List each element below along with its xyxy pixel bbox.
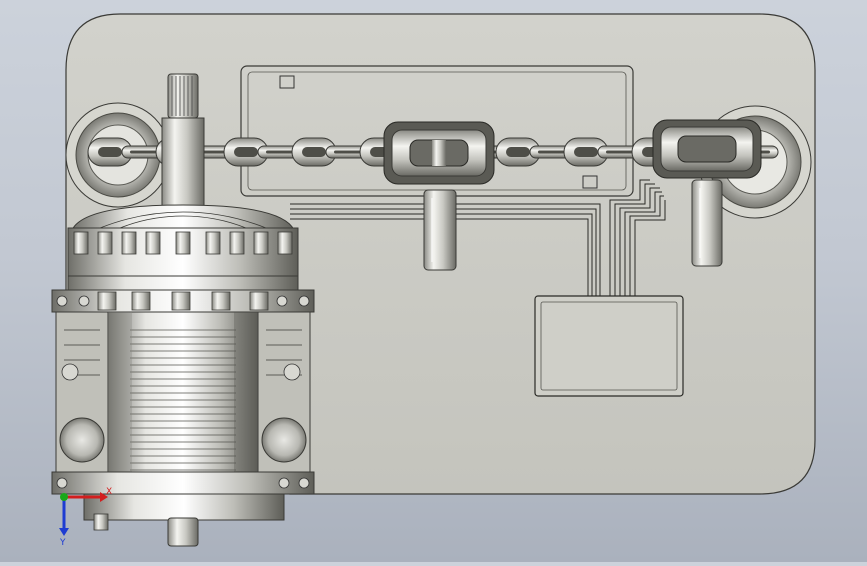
y-axis-label: Y <box>59 538 66 548</box>
center-support-post <box>423 189 457 271</box>
right-shackle <box>652 119 762 179</box>
control-box <box>534 295 684 397</box>
center-shackle <box>383 121 495 185</box>
x-axis-label: X <box>106 487 112 497</box>
cad-viewport[interactable]: X Y <box>0 0 867 562</box>
right-support-post <box>691 179 723 267</box>
assembly-drawing: X Y <box>51 13 816 548</box>
